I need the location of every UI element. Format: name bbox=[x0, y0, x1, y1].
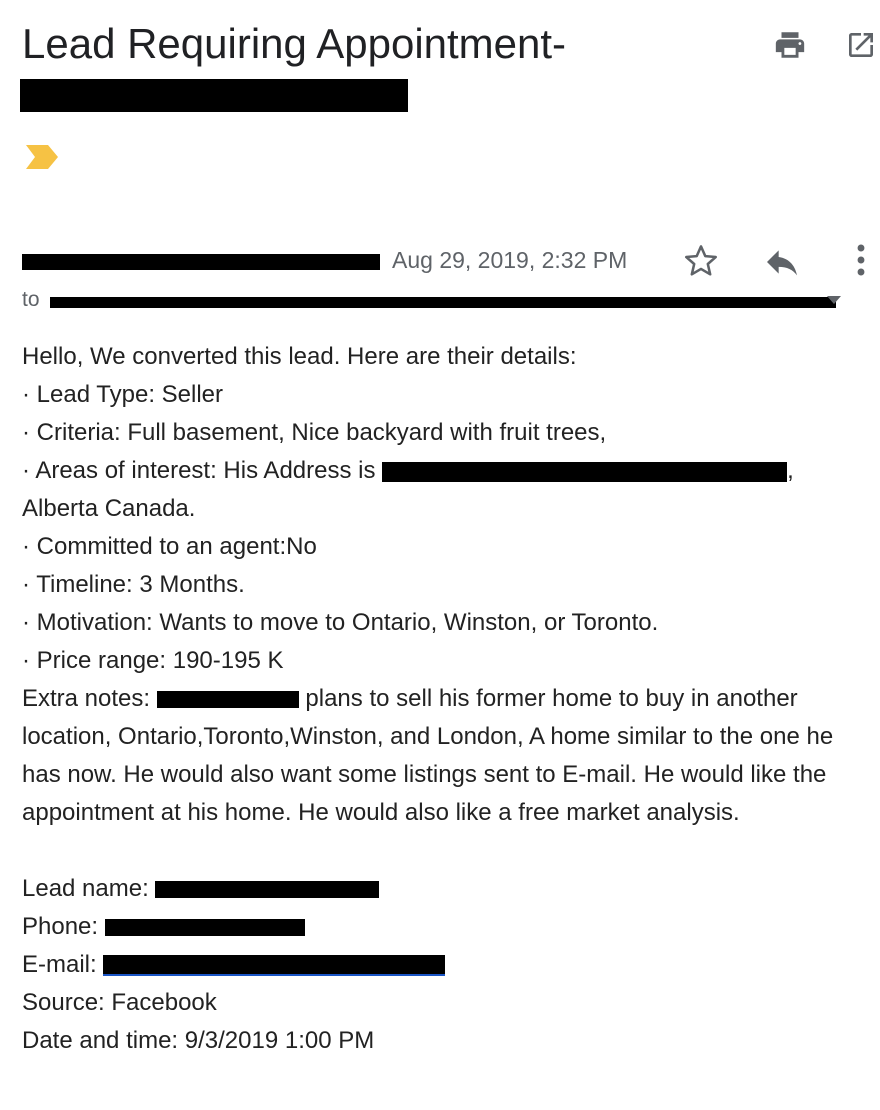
areas-line2: Alberta Canada. bbox=[22, 495, 196, 522]
phone-row: Phone: bbox=[22, 908, 872, 946]
redacted-address bbox=[382, 461, 788, 482]
redacted-sender-name[interactable] bbox=[22, 254, 380, 270]
areas-suffix: , bbox=[787, 457, 794, 484]
important-label-icon[interactable] bbox=[24, 144, 60, 170]
lead-type: · Lead Type: Seller bbox=[22, 381, 224, 408]
email-label: E-mail: bbox=[22, 951, 97, 978]
extra-notes: Extra notes: plans to sell his former ho… bbox=[22, 680, 872, 832]
extra-notes-label: Extra notes: bbox=[22, 685, 151, 712]
phone-label: Phone: bbox=[22, 913, 99, 940]
star-icon[interactable] bbox=[682, 242, 720, 280]
open-in-new-icon[interactable] bbox=[845, 29, 877, 61]
source: Source: Facebook bbox=[22, 989, 217, 1016]
to-label: to bbox=[22, 288, 40, 311]
areas-of-interest: · Areas of interest: His Address is , bbox=[22, 452, 872, 490]
redacted-recipients bbox=[50, 297, 836, 308]
print-icon[interactable] bbox=[773, 28, 807, 62]
chevron-down-icon[interactable] bbox=[824, 293, 844, 307]
redacted-email-link[interactable] bbox=[103, 955, 446, 977]
redacted-phone bbox=[104, 919, 305, 937]
areas-prefix: · Areas of interest: His Address is bbox=[22, 457, 376, 484]
criteria: · Criteria: Full basement, Nice backyard… bbox=[22, 419, 607, 446]
message-body: Hello, We converted this lead. Here are … bbox=[22, 338, 872, 1060]
message-date: Aug 29, 2019, 2:32 PM bbox=[392, 247, 628, 273]
body-intro: Hello, We converted this lead. Here are … bbox=[22, 343, 577, 370]
lead-name-row: Lead name: bbox=[22, 870, 872, 908]
price-range: · Price range: 190-195 K bbox=[22, 647, 284, 674]
redacted-subject-name bbox=[20, 79, 408, 112]
email-subject: Lead Requiring Appointment- bbox=[22, 20, 567, 67]
lead-name-label: Lead name: bbox=[22, 875, 149, 902]
appointment-date-time: Date and time: 9/3/2019 1:00 PM bbox=[22, 1027, 375, 1054]
redacted-lead-name bbox=[155, 881, 380, 899]
committed-to-agent: · Committed to an agent:No bbox=[22, 533, 317, 560]
more-vert-icon[interactable] bbox=[846, 242, 876, 278]
motivation: · Motivation: Wants to move to Ontario, … bbox=[22, 609, 659, 636]
redacted-lead-name-inline bbox=[156, 691, 299, 709]
recipients-row[interactable]: to bbox=[22, 287, 836, 313]
reply-icon[interactable] bbox=[762, 242, 802, 282]
timeline: · Timeline: 3 Months. bbox=[22, 571, 245, 598]
email-row: E-mail: bbox=[22, 946, 872, 984]
